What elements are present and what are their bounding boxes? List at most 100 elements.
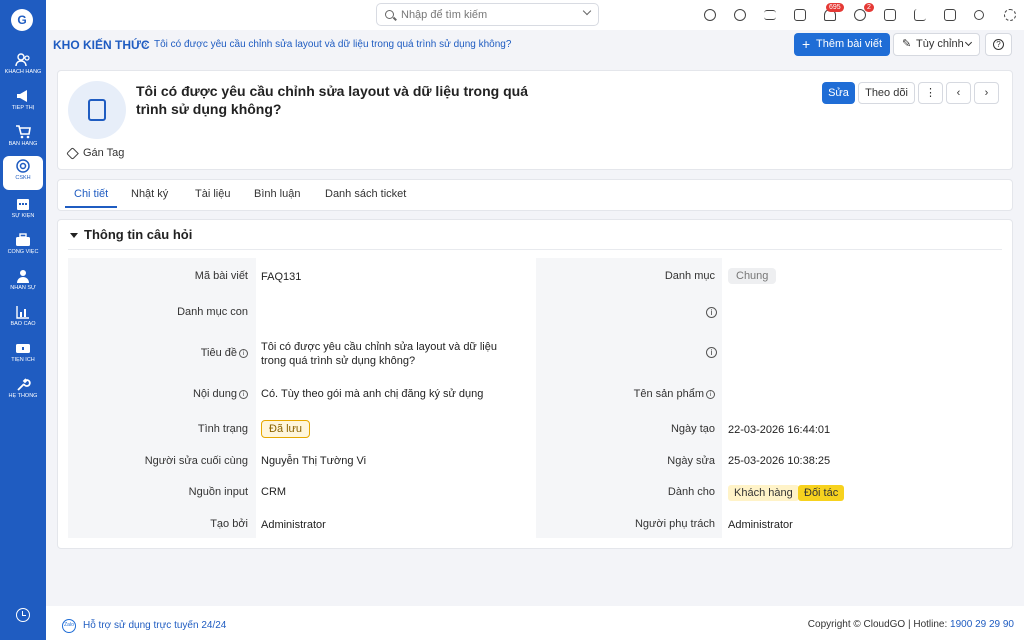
assign-tag-label: Gán Tag	[83, 147, 125, 159]
title-field-value: Tôi có được yêu cầu chỉnh sửa layout và …	[261, 341, 497, 367]
module-title[interactable]: KHO KIẾN THỨC	[53, 38, 150, 52]
sidebar-item-tiep-thi[interactable]: TIẾP THỊ	[3, 86, 43, 120]
calendar-icon[interactable]	[884, 9, 896, 21]
sidebar-item-khach-hang[interactable]: KHÁCH HÀNG	[3, 50, 43, 84]
sidebar-item-he-thong[interactable]: HỆ THỐNG	[3, 374, 43, 408]
copyright-text: Copyright © CloudGO | Hotline:	[807, 619, 948, 630]
top-bar: Nhập để tìm kiếm 695 2	[46, 0, 1024, 30]
status-label: Tình trạng	[197, 423, 248, 435]
record-header-card: Tôi có được yêu cầu chỉnh sửa layout và …	[57, 70, 1013, 170]
cloudgo-logo-icon[interactable]: G	[11, 9, 33, 31]
next-record-button[interactable]: ›	[974, 82, 999, 104]
customize-label: Tùy chỉnh	[916, 38, 964, 50]
sidebar-item-nhan-su[interactable]: NHÂN SỰ	[3, 266, 43, 300]
product-label: Tên sản phẩm i	[634, 388, 715, 400]
info-icon[interactable]	[704, 9, 716, 21]
support-link[interactable]: Hỗ trợ sử dụng trực tuyến 24/24	[83, 620, 226, 631]
edit-button[interactable]: Sửa	[822, 82, 855, 104]
assign-tag[interactable]: Gán Tag	[66, 146, 125, 160]
report-icon	[16, 306, 29, 319]
category-label: Danh mục	[664, 270, 715, 282]
detail-tabs: Chi tiết Nhật ký Tài liệu Bình luận Danh…	[57, 179, 1013, 211]
help-button[interactable]: ?	[985, 33, 1012, 56]
add-article-button[interactable]: Thêm bài viết	[794, 33, 890, 56]
sidebar-item-ban-hang[interactable]: BÁN HÀNG	[3, 122, 43, 156]
info-icon[interactable]: i	[239, 349, 248, 358]
chart-icon[interactable]	[914, 9, 926, 21]
users-icon	[15, 53, 30, 67]
section-toggle[interactable]: Thông tin câu hỏi	[70, 227, 192, 242]
category-badge: Chung	[728, 268, 777, 284]
audience-badge-doi-tac: Đối tác	[798, 485, 845, 501]
list-icon[interactable]	[764, 10, 776, 20]
global-search[interactable]: Nhập để tìm kiếm	[376, 3, 599, 26]
tab-chi-tiet[interactable]: Chi tiết	[65, 188, 118, 208]
info-icon[interactable]: i	[239, 390, 248, 399]
zalo-icon[interactable]: Zalo	[62, 619, 76, 633]
megaphone-icon	[17, 90, 27, 102]
user-icon[interactable]	[974, 10, 984, 20]
title-field-label: Tiêu đề i	[201, 347, 248, 359]
search-icon	[385, 10, 394, 19]
help-icon: ?	[993, 38, 1004, 50]
sidebar-item-su-kien[interactable]: SỰ KIỆN	[3, 194, 43, 228]
notifications-badge: 695	[826, 3, 844, 12]
more-actions-button[interactable]: ⋮	[918, 82, 943, 104]
chevron-down-icon[interactable]	[582, 6, 592, 16]
tab-binh-luan[interactable]: Bình luận	[254, 188, 300, 206]
hotline-link[interactable]: 1900 29 29 90	[950, 619, 1014, 630]
created-by-value: Administrator	[261, 519, 326, 531]
tab-nhat-ky[interactable]: Nhật ký	[131, 188, 168, 206]
section-title: Thông tin câu hỏi	[84, 227, 193, 242]
gear-icon[interactable]	[1004, 9, 1016, 21]
add-circle-icon[interactable]	[734, 9, 746, 21]
support-icon	[16, 159, 30, 173]
sidebar-item-cskh[interactable]: CSKH	[3, 156, 43, 190]
assignee-value: Administrator	[728, 519, 793, 531]
content-label-text: Nội dung	[192, 388, 237, 400]
sidebar-item-label: TIẾP THỊ	[11, 105, 35, 111]
article-avatar	[68, 81, 126, 139]
sidebar-item-cong-viec[interactable]: CÔNG VIỆC	[3, 230, 43, 264]
search-input[interactable]: Nhập để tìm kiếm	[401, 9, 487, 21]
calendar-icon	[17, 199, 29, 210]
sidebar-item-label: BÁN HÀNG	[8, 141, 38, 147]
previous-record-button[interactable]: ‹	[946, 82, 971, 104]
last-editor-value: Nguyễn Thị Tường Vi	[261, 455, 367, 467]
created-by-label: Tạo bởi	[210, 518, 248, 530]
pencil-icon: ✎	[902, 38, 912, 50]
chevron-right-icon: ›	[984, 87, 989, 99]
sidebar-item-tien-ich[interactable]: TIỆN ÍCH	[3, 338, 43, 372]
last-editor-label: Người sửa cuối cùng	[144, 455, 248, 467]
record-title: Tôi có được yêu cầu chỉnh sửa layout và …	[136, 83, 528, 117]
created-at-label: Ngày tạo	[670, 423, 715, 435]
sidebar-item-bao-cao[interactable]: BÁO CÁO	[3, 302, 43, 336]
messages-badge: 2	[864, 3, 874, 12]
sidebar-item-label: HỆ THỐNG	[8, 393, 38, 399]
tab-tai-lieu[interactable]: Tài liệu	[195, 188, 230, 206]
clock-icon[interactable]	[16, 608, 30, 622]
sidebar-item-label: NHÂN SỰ	[10, 285, 36, 291]
more-vertical-icon: ⋮	[925, 87, 936, 99]
divider	[68, 249, 1002, 250]
title-field-label-text: Tiêu đề	[200, 347, 237, 359]
content-label: Nội dung i	[193, 388, 248, 400]
question-info-section: Thông tin câu hỏi Mã bài viết FAQ131 Dan…	[57, 219, 1013, 549]
customize-button[interactable]: Tùy chỉnh ✎	[893, 33, 980, 56]
cart-icon	[16, 125, 31, 139]
wrench-icon	[17, 378, 31, 391]
checkbox-icon[interactable]	[944, 9, 956, 21]
chat-icon[interactable]	[854, 9, 866, 21]
audience-badge-khach-hang: Khách hàng	[728, 485, 799, 501]
info-icon[interactable]: i	[706, 307, 717, 318]
sidebar-item-label: BÁO CÁO	[10, 321, 36, 327]
notes-icon[interactable]	[794, 9, 806, 21]
breadcrumb-separator: ›	[144, 39, 148, 50]
sidebar-item-label: KHÁCH HÀNG	[4, 69, 42, 75]
tab-danh-sach-ticket[interactable]: Danh sách ticket	[325, 188, 406, 206]
follow-button[interactable]: Theo dõi	[858, 82, 915, 104]
info-icon[interactable]: i	[706, 390, 715, 399]
info-icon[interactable]: i	[706, 347, 717, 358]
utilities-icon	[16, 344, 30, 353]
input-source-value: CRM	[261, 486, 287, 498]
